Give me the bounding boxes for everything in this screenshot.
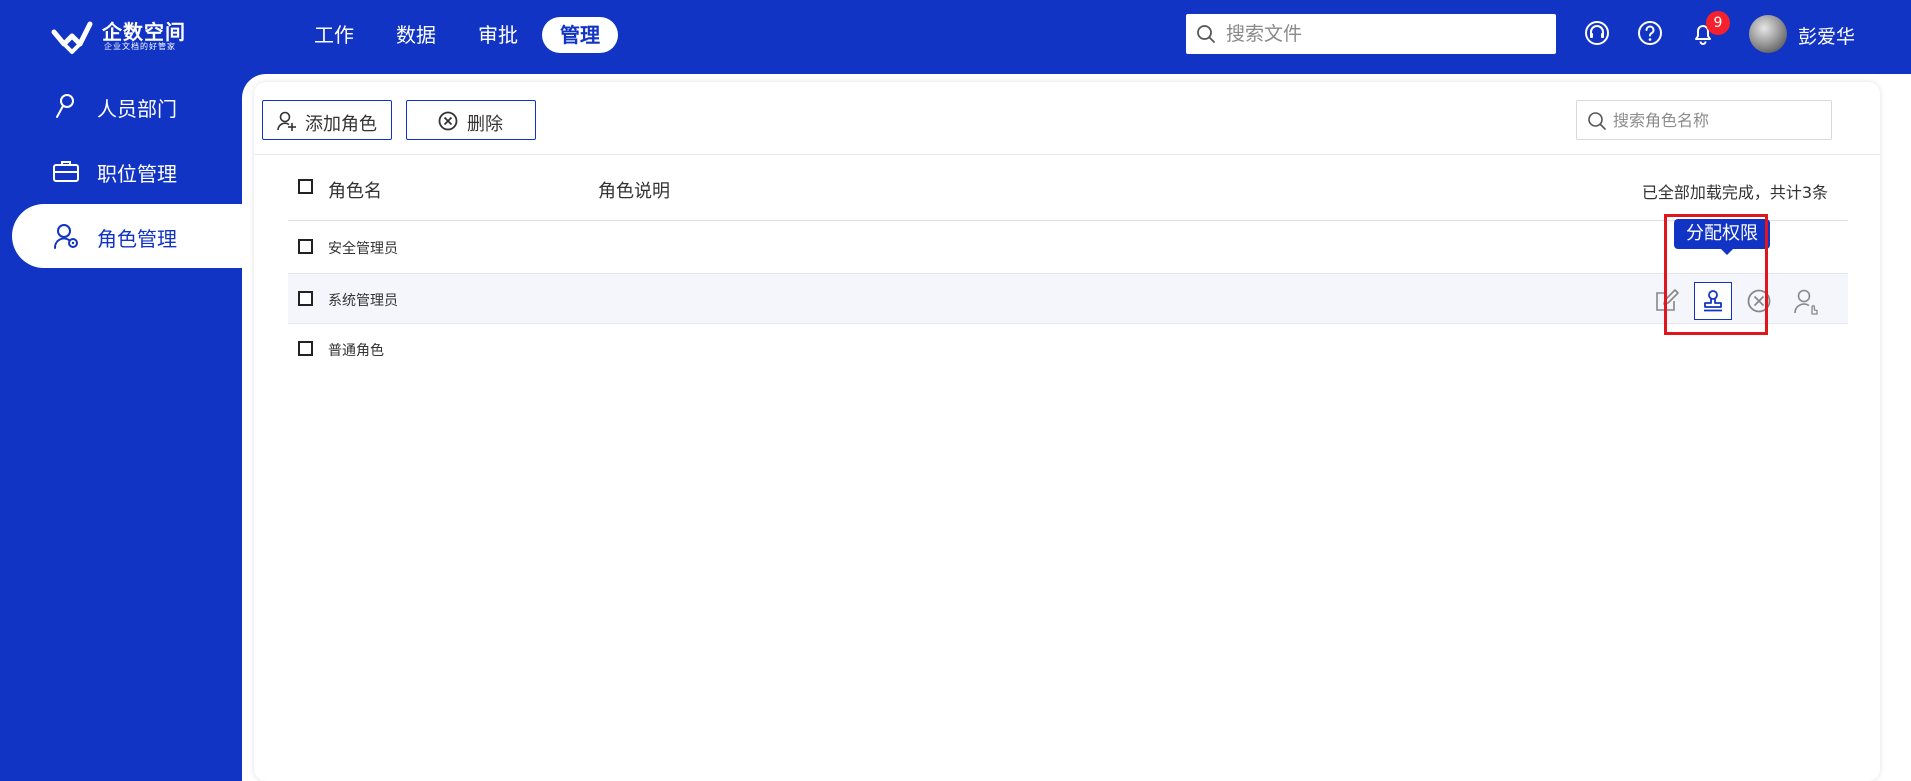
user-role-icon xyxy=(54,224,78,249)
sidebar-item-label: 职位管理 xyxy=(97,162,177,186)
table-row[interactable]: 系统管理员 xyxy=(288,273,1848,324)
close-circle-icon xyxy=(438,111,458,131)
nav-item-manage[interactable]: 管理 xyxy=(542,17,618,53)
load-status-text: 已全部加载完成，共计3条 xyxy=(1641,183,1828,202)
file-search-input[interactable] xyxy=(1226,14,1546,54)
sidebar-item-people-departments[interactable]: 人员部门 xyxy=(12,74,242,138)
tooltip-arrow xyxy=(1720,248,1734,255)
sidebar: 人员部门 职位管理 角色管理 xyxy=(0,74,242,781)
top-nav: 工作 数据 审批 管理 xyxy=(296,17,618,53)
row-checkbox[interactable] xyxy=(298,239,313,254)
logo-subtitle: 企业文档的好管家 xyxy=(104,42,176,51)
nav-item-work[interactable]: 工作 xyxy=(296,17,372,53)
select-all-checkbox[interactable] xyxy=(298,179,313,194)
add-role-button[interactable]: 添加角色 xyxy=(262,100,392,140)
user-add-icon xyxy=(277,111,296,131)
row-checkbox[interactable] xyxy=(298,291,313,306)
row-checkbox[interactable] xyxy=(298,341,313,356)
role-name: 系统管理员 xyxy=(328,293,398,309)
role-search-input[interactable] xyxy=(1613,101,1823,139)
headset-icon[interactable] xyxy=(1583,19,1611,47)
help-icon[interactable] xyxy=(1636,19,1664,47)
briefcase-icon xyxy=(53,161,79,182)
add-role-label: 添加角色 xyxy=(305,114,377,135)
delete-role-button[interactable] xyxy=(1740,282,1778,320)
delete-label: 删除 xyxy=(467,114,503,135)
user-icon xyxy=(56,94,74,118)
search-icon xyxy=(1197,25,1215,43)
nav-item-approval[interactable]: 审批 xyxy=(460,17,536,53)
logo-mark-icon xyxy=(51,21,93,54)
edit-icon xyxy=(1656,289,1679,311)
assign-users-button[interactable] xyxy=(1786,282,1824,320)
sidebar-item-positions[interactable]: 职位管理 xyxy=(12,139,242,203)
main-panel: 添加角色 删除 角色名 角色说明 已全部加载完成，共计3条 xyxy=(242,74,1911,781)
column-header-role-description: 角色说明 xyxy=(598,181,670,202)
role-name: 安全管理员 xyxy=(328,241,398,257)
search-icon xyxy=(1588,112,1606,130)
username[interactable]: 彭爱华 xyxy=(1798,22,1855,49)
sidebar-item-label: 人员部门 xyxy=(97,97,177,121)
user-hand-icon xyxy=(1794,289,1818,315)
notification-badge: 9 xyxy=(1706,11,1730,35)
table-header: 角色名 角色说明 已全部加载完成，共计3条 xyxy=(288,155,1848,221)
nav-item-data[interactable]: 数据 xyxy=(378,17,454,53)
role-management-content: 添加角色 删除 角色名 角色说明 已全部加载完成，共计3条 xyxy=(254,82,1880,781)
role-search-box[interactable] xyxy=(1576,100,1832,140)
role-name: 普通角色 xyxy=(328,343,384,359)
app-logo[interactable]: 企数空间 企业文档的好管家 xyxy=(50,14,190,54)
delete-button[interactable]: 删除 xyxy=(406,100,536,140)
table-row[interactable]: 普通角色 xyxy=(288,324,1848,375)
top-bar: 企数空间 企业文档的好管家 工作 数据 审批 管理 9 彭爱华 xyxy=(0,0,1911,74)
edit-role-button[interactable] xyxy=(1648,282,1686,320)
sidebar-item-roles[interactable]: 角色管理 xyxy=(12,204,242,268)
sidebar-item-label: 角色管理 xyxy=(97,227,177,251)
avatar[interactable] xyxy=(1749,15,1787,53)
assign-permissions-tooltip: 分配权限 xyxy=(1674,219,1770,249)
stamp-icon xyxy=(1704,290,1722,312)
close-circle-icon xyxy=(1747,289,1771,313)
file-search-box[interactable] xyxy=(1186,14,1556,54)
column-header-role-name: 角色名 xyxy=(328,181,382,202)
table-row[interactable]: 安全管理员 xyxy=(288,222,1848,273)
assign-permissions-button[interactable] xyxy=(1694,282,1732,320)
